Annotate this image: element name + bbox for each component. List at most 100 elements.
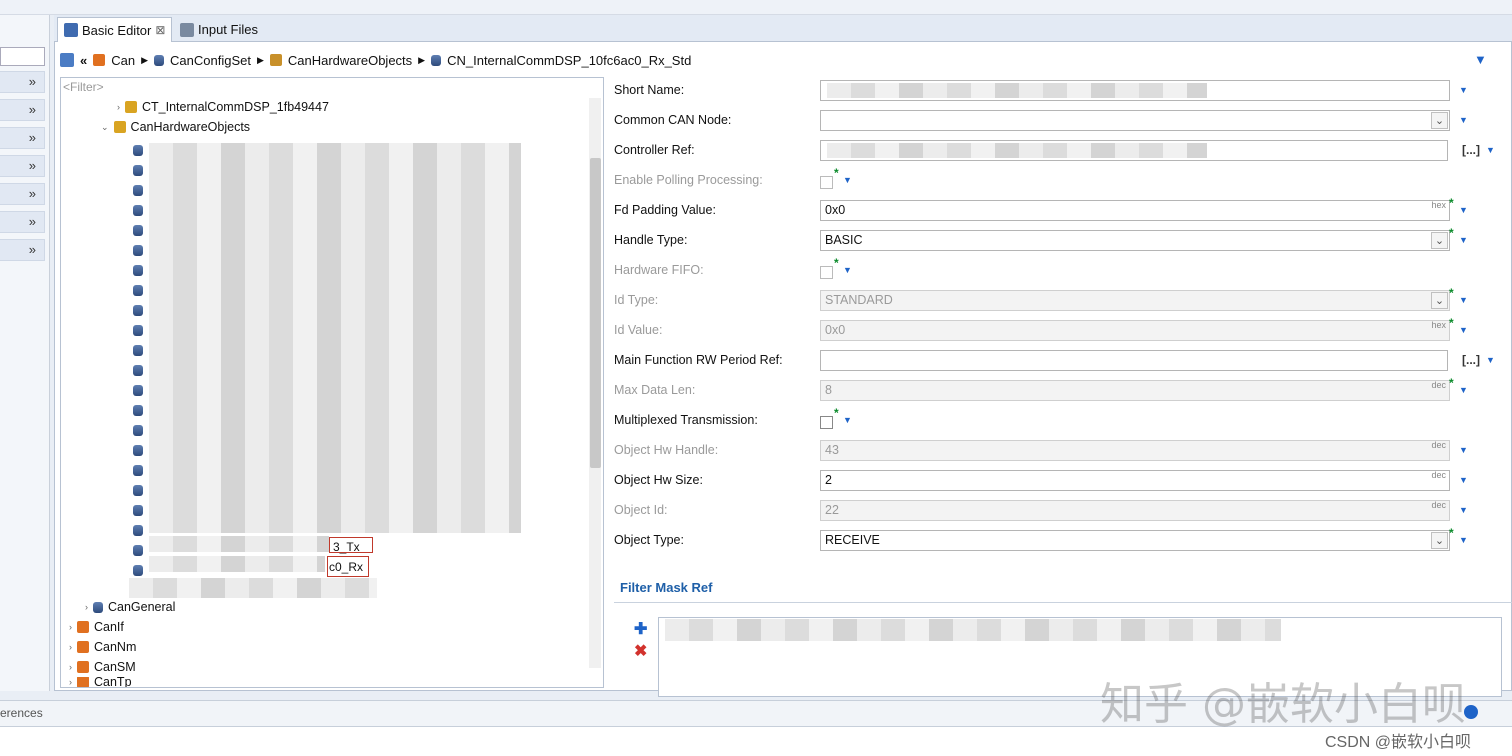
left-panel-search-input[interactable]	[0, 47, 45, 66]
options-dropdown-icon[interactable]: ▼	[1459, 505, 1468, 515]
left-panel-expand-row[interactable]: »	[0, 127, 45, 149]
tree-node[interactable]	[133, 160, 143, 180]
field-input[interactable]: 0x0 hex	[820, 200, 1450, 221]
tree-node[interactable]: › CanTp	[69, 677, 132, 687]
tree-node[interactable]	[133, 240, 143, 260]
ref-browse-button[interactable]: [...]	[1462, 143, 1480, 157]
tree-node[interactable]	[133, 200, 143, 220]
help-icon[interactable]	[1464, 705, 1478, 719]
tree-node[interactable]	[133, 180, 143, 200]
field-input[interactable]	[820, 140, 1448, 161]
chevron-right-icon[interactable]: ›	[117, 102, 120, 112]
options-dropdown-icon[interactable]: ▼	[1459, 475, 1468, 485]
tree-node[interactable]: › CanNm	[69, 637, 136, 657]
breadcrumb-item[interactable]: CanHardwareObjects	[288, 53, 412, 68]
close-icon[interactable]: ⊠	[155, 23, 165, 37]
left-panel-expand-row[interactable]: »	[0, 71, 45, 93]
field-label: Object Type:	[614, 533, 684, 547]
tree-node[interactable]	[133, 440, 143, 460]
field-label: Object Hw Handle:	[614, 443, 719, 457]
field-select[interactable]: BASIC ⌄	[820, 230, 1450, 251]
tree-node[interactable]: › CT_InternalCommDSP_1fb49447	[117, 97, 329, 117]
chevron-right-icon[interactable]: ›	[69, 662, 72, 672]
left-panel-expand-row[interactable]: »	[0, 211, 45, 233]
highlight-box	[329, 537, 373, 553]
tree-node[interactable]	[133, 460, 143, 480]
layout-icon[interactable]	[60, 53, 74, 67]
tree-node[interactable]	[133, 480, 143, 500]
options-dropdown-icon[interactable]: ▼	[1459, 385, 1468, 395]
breadcrumb-item[interactable]: CN_InternalCommDSP_10fc6ac0_Rx_Std	[447, 53, 691, 68]
left-panel-expand-row[interactable]: »	[0, 155, 45, 177]
add-icon[interactable]: ✚	[634, 619, 647, 639]
tree-node[interactable]	[133, 400, 143, 420]
tree-node[interactable]	[133, 220, 143, 240]
options-dropdown-icon[interactable]: ▼	[1459, 325, 1468, 335]
tree-node[interactable]	[133, 320, 143, 340]
chevron-right-icon[interactable]: ›	[85, 602, 88, 612]
tree-node[interactable]	[133, 140, 143, 160]
chevron-down-icon[interactable]: ⌄	[101, 122, 109, 133]
tree-node-label: CanHardwareObjects	[130, 120, 251, 134]
options-dropdown-icon[interactable]: ▼	[1459, 535, 1468, 545]
left-panel-expand-row[interactable]: »	[0, 99, 45, 121]
field-select[interactable]: RECEIVE ⌄	[820, 530, 1450, 551]
field-input[interactable]	[820, 80, 1450, 101]
tree-node[interactable]: ⌄ CanHardwareObjects	[101, 117, 250, 137]
options-dropdown-icon[interactable]: ▼	[1459, 295, 1468, 305]
field-value: RECEIVE	[825, 533, 880, 547]
chevron-double-down-icon: »	[28, 74, 36, 89]
delete-icon[interactable]: ✖	[634, 641, 647, 661]
highlight-box	[327, 556, 369, 577]
left-panel-expand-row[interactable]: »	[0, 183, 45, 205]
chevron-down-icon[interactable]: ⌄	[1431, 532, 1448, 549]
tree-scrollbar-thumb[interactable]	[590, 158, 601, 468]
chevron-down-icon[interactable]: ⌄	[1431, 112, 1448, 129]
field-select[interactable]: ⌄	[820, 110, 1450, 131]
options-dropdown-icon[interactable]: ▼	[1486, 355, 1495, 365]
container-icon	[431, 54, 442, 66]
breadcrumb-item[interactable]: CanConfigSet	[170, 53, 251, 68]
chevron-down-icon[interactable]: ⌄	[1431, 232, 1448, 249]
chevron-right-icon[interactable]: ›	[69, 642, 72, 652]
tree-node[interactable]	[133, 300, 143, 320]
tree-node[interactable]: › CanIf	[69, 617, 124, 637]
tree-node[interactable]	[133, 420, 143, 440]
filter-icon[interactable]: ▼	[1474, 52, 1487, 67]
breadcrumb-item[interactable]: Can	[111, 53, 135, 68]
field-checkbox[interactable]	[820, 416, 833, 429]
options-dropdown-icon[interactable]: ▼	[843, 175, 852, 185]
tree-node[interactable]: › CanGeneral	[85, 597, 175, 617]
options-dropdown-icon[interactable]: ▼	[1459, 115, 1468, 125]
tree-node[interactable]	[133, 500, 143, 520]
tree-node[interactable]	[133, 260, 143, 280]
tree-node[interactable]	[133, 360, 143, 380]
csdn-watermark: CSDN @嵌软小白呗	[1325, 734, 1472, 751]
field-input[interactable]	[820, 350, 1448, 371]
chevron-right-icon[interactable]: ›	[69, 622, 72, 632]
options-dropdown-icon[interactable]: ▼	[843, 415, 852, 425]
tree-node[interactable]	[133, 540, 143, 560]
options-dropdown-icon[interactable]: ▼	[1486, 145, 1495, 155]
ref-browse-button[interactable]: [...]	[1462, 353, 1480, 367]
tree-node[interactable]	[133, 380, 143, 400]
tree-node[interactable]	[133, 560, 143, 580]
tab-basic-editor[interactable]: Basic Editor ⊠	[57, 17, 173, 42]
chevron-right-icon[interactable]: ›	[69, 677, 72, 687]
tree-node[interactable]	[133, 520, 143, 540]
tab-input-files[interactable]: Input Files	[174, 17, 264, 42]
field-value: STANDARD	[825, 293, 893, 307]
field-input[interactable]: 2 dec	[820, 470, 1450, 491]
tree-node[interactable]: › CanSM	[69, 657, 136, 677]
options-dropdown-icon[interactable]: ▼	[843, 265, 852, 275]
left-panel-expand-row[interactable]: »	[0, 239, 45, 261]
options-dropdown-icon[interactable]: ▼	[1459, 205, 1468, 215]
chevron-double-left-icon[interactable]: «	[80, 53, 87, 68]
tree-filter-input[interactable]: <Filter>	[63, 80, 104, 94]
chevron-down-icon[interactable]: ⌄	[1431, 292, 1448, 309]
tree-node[interactable]	[133, 280, 143, 300]
options-dropdown-icon[interactable]: ▼	[1459, 445, 1468, 455]
tree-node[interactable]	[133, 340, 143, 360]
options-dropdown-icon[interactable]: ▼	[1459, 235, 1468, 245]
options-dropdown-icon[interactable]: ▼	[1459, 85, 1468, 95]
